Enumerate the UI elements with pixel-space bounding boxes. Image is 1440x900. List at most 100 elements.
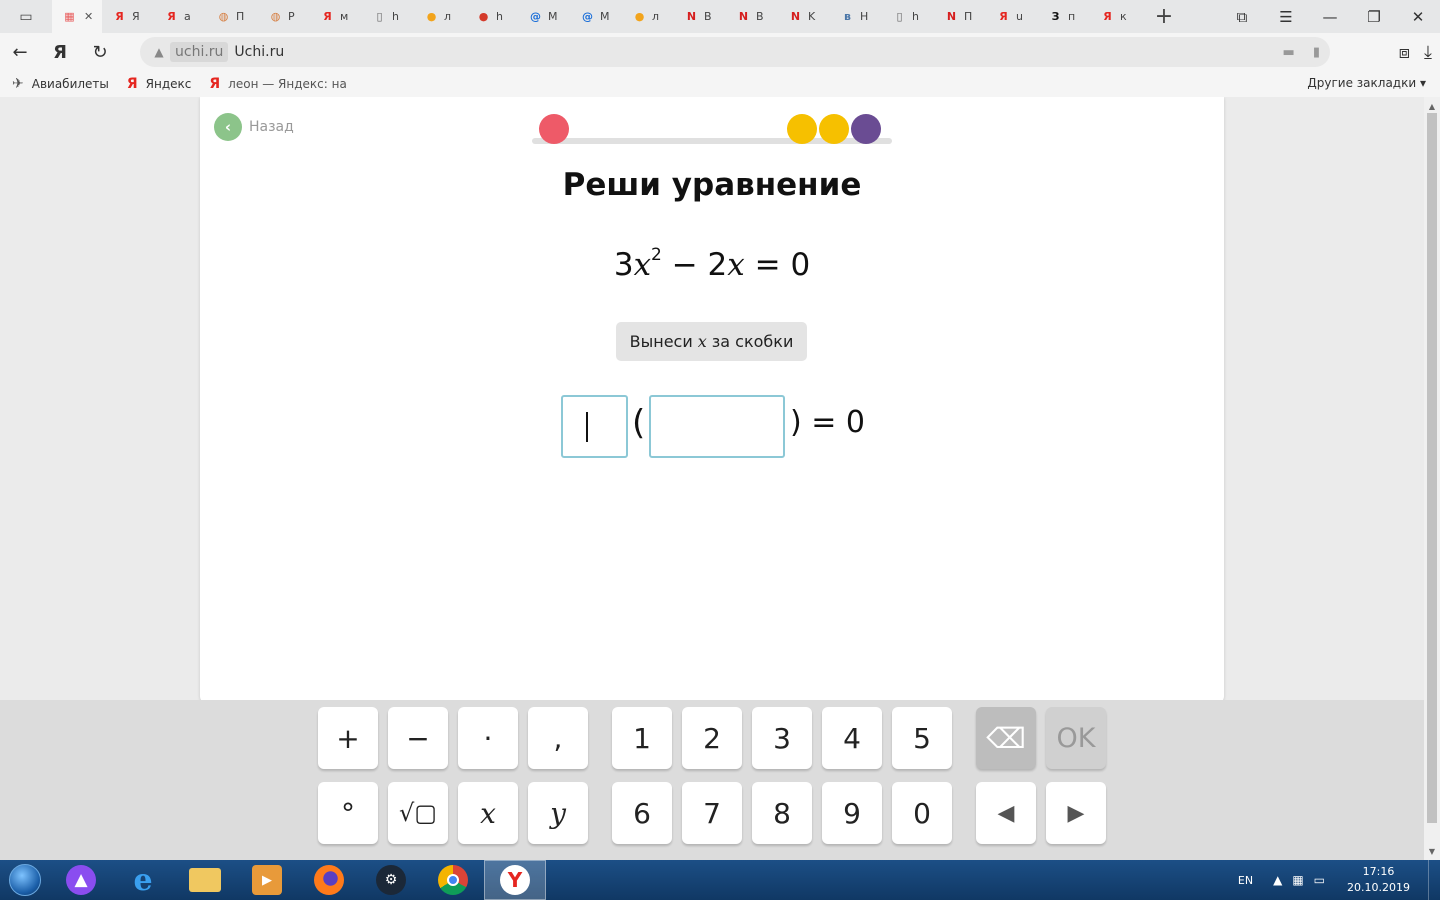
yandex-icon: Я [126,76,138,92]
address-bar[interactable]: ▲ uchi.ru Uchi.ru ▬ ▮ [140,37,1330,67]
vertical-scrollbar[interactable]: ▲ ▼ [1424,97,1440,860]
protect-icon[interactable]: ⧈ [1399,42,1410,63]
key-plus[interactable]: + [318,707,378,769]
hint-text-before: Вынеси [629,332,693,351]
browser-tab[interactable]: @ M [570,0,622,33]
arrow-left-icon[interactable]: ◀ [976,782,1036,844]
browser-tab[interactable]: @ M [518,0,570,33]
yandex-logo-icon[interactable]: Я [40,33,80,71]
key-multiply-dot[interactable]: · [458,707,518,769]
browser-tab[interactable]: ▯ h [362,0,414,33]
tab-favicon-icon: N [790,10,801,23]
minimize-icon[interactable]: — [1308,0,1352,33]
browser-tab[interactable]: ▦ ✕ [52,0,102,33]
key-x[interactable]: x [458,782,518,844]
network-icon[interactable]: ▦ [1292,873,1303,887]
internet-explorer-icon: e [133,862,153,898]
menu-icon[interactable]: ☰ [1264,0,1308,33]
taskbar-chrome[interactable] [422,860,484,900]
browser-tab[interactable]: ▯ h [882,0,934,33]
start-button[interactable] [0,860,50,900]
arrow-right-icon[interactable]: ▶ [1046,782,1106,844]
browser-tab[interactable]: NB [674,0,726,33]
hint-button[interactable]: Вынеси x за скобки [616,322,807,361]
browser-tab[interactable]: Яa [154,0,206,33]
clock[interactable]: 17:16 20.10.2019 [1347,864,1410,896]
key-4[interactable]: 4 [822,707,882,769]
browser-tab[interactable]: Яu [986,0,1038,33]
back-arrow-icon[interactable]: ← [0,33,40,71]
key-sqrt[interactable]: √▢ [388,782,448,844]
backspace-icon[interactable]: ⌫ [976,707,1036,769]
restore-icon[interactable]: ❐ [1352,0,1396,33]
key-2[interactable]: 2 [682,707,742,769]
bookmark-yandex[interactable]: Я Яндекс [127,76,192,92]
browser-tab[interactable]: Зп [1038,0,1090,33]
taskbar-media[interactable]: ▶ [236,860,298,900]
key-6[interactable]: 6 [612,782,672,844]
tab-title: h [392,10,399,23]
browser-tab[interactable]: вH [830,0,882,33]
close-window-icon[interactable]: ✕ [1396,0,1440,33]
key-y[interactable]: y [528,782,588,844]
language-indicator[interactable]: EN [1238,874,1253,887]
key-9[interactable]: 9 [822,782,882,844]
key-0[interactable]: 0 [892,782,952,844]
browser-tab[interactable]: ● h [466,0,518,33]
reload-icon[interactable]: ↻ [80,33,120,71]
ok-button[interactable]: OK [1046,707,1106,769]
taskbar-yandex-browser[interactable]: Y [484,860,546,900]
progress-dot [819,114,849,144]
key-comma[interactable]: , [528,707,588,769]
tab-list-icon[interactable]: ▭ [0,0,52,33]
taskbar-steam[interactable]: ⚙ [360,860,422,900]
key-8[interactable]: 8 [752,782,812,844]
bookmark-leon[interactable]: Я леон — Яндекс: на [209,76,346,92]
key-y-label: y [550,796,566,830]
key-5[interactable]: 5 [892,707,952,769]
address-domain: uchi.ru [170,42,229,62]
scroll-down-icon[interactable]: ▼ [1424,844,1440,858]
download-icon[interactable]: ⤓ [1424,42,1432,63]
answer-input-factor[interactable] [561,395,628,458]
taskbar-firefox[interactable] [298,860,360,900]
other-bookmarks-button[interactable]: Другие закладки ▾ [1307,76,1426,90]
close-tab-icon[interactable]: ✕ [84,10,93,23]
windows-logo-icon [9,864,41,896]
tab-title: M [548,10,558,23]
key-minus[interactable]: − [388,707,448,769]
lock-icon[interactable]: ▲ [148,45,170,59]
speech-bubble-icon[interactable]: ▬ [1283,45,1295,60]
back-label: Назад [249,119,294,135]
scroll-thumb[interactable] [1427,113,1437,823]
browser-tab[interactable]: ● л [622,0,674,33]
taskbar-ie[interactable]: e [112,860,174,900]
browser-tab[interactable]: Ям [310,0,362,33]
bookmark-icon[interactable]: ▮ [1313,45,1320,60]
bookmark-avia[interactable]: ✈ Авиабилеты [12,76,109,92]
clock-date: 20.10.2019 [1347,881,1410,894]
answer-input-bracket[interactable] [649,395,785,458]
notification-icon[interactable]: ▭ [1314,873,1325,887]
key-1[interactable]: 1 [612,707,672,769]
key-7[interactable]: 7 [682,782,742,844]
taskbar-alice[interactable]: ▲ [50,860,112,900]
browser-tab[interactable]: ◍ Р [258,0,310,33]
back-button[interactable]: ‹ Назад [214,113,294,141]
scroll-up-icon[interactable]: ▲ [1424,99,1440,113]
key-degree[interactable]: ° [318,782,378,844]
show-desktop-button[interactable] [1428,860,1440,900]
browser-tab[interactable]: NB [726,0,778,33]
key-3[interactable]: 3 [752,707,812,769]
taskbar-explorer[interactable] [174,860,236,900]
browser-tab[interactable]: NK [778,0,830,33]
browser-tab[interactable]: ◍ П [206,0,258,33]
browser-tab[interactable]: NП [934,0,986,33]
browser-tab[interactable]: Як [1090,0,1142,33]
show-hidden-icons-icon[interactable]: ▲ [1273,873,1282,887]
browser-tab[interactable]: ● л [414,0,466,33]
new-tab-button[interactable]: + [1142,0,1186,33]
browser-tab[interactable]: ЯЯ [102,0,154,33]
collections-icon[interactable]: ⧉ [1220,0,1264,33]
tab-title: л [444,10,452,23]
